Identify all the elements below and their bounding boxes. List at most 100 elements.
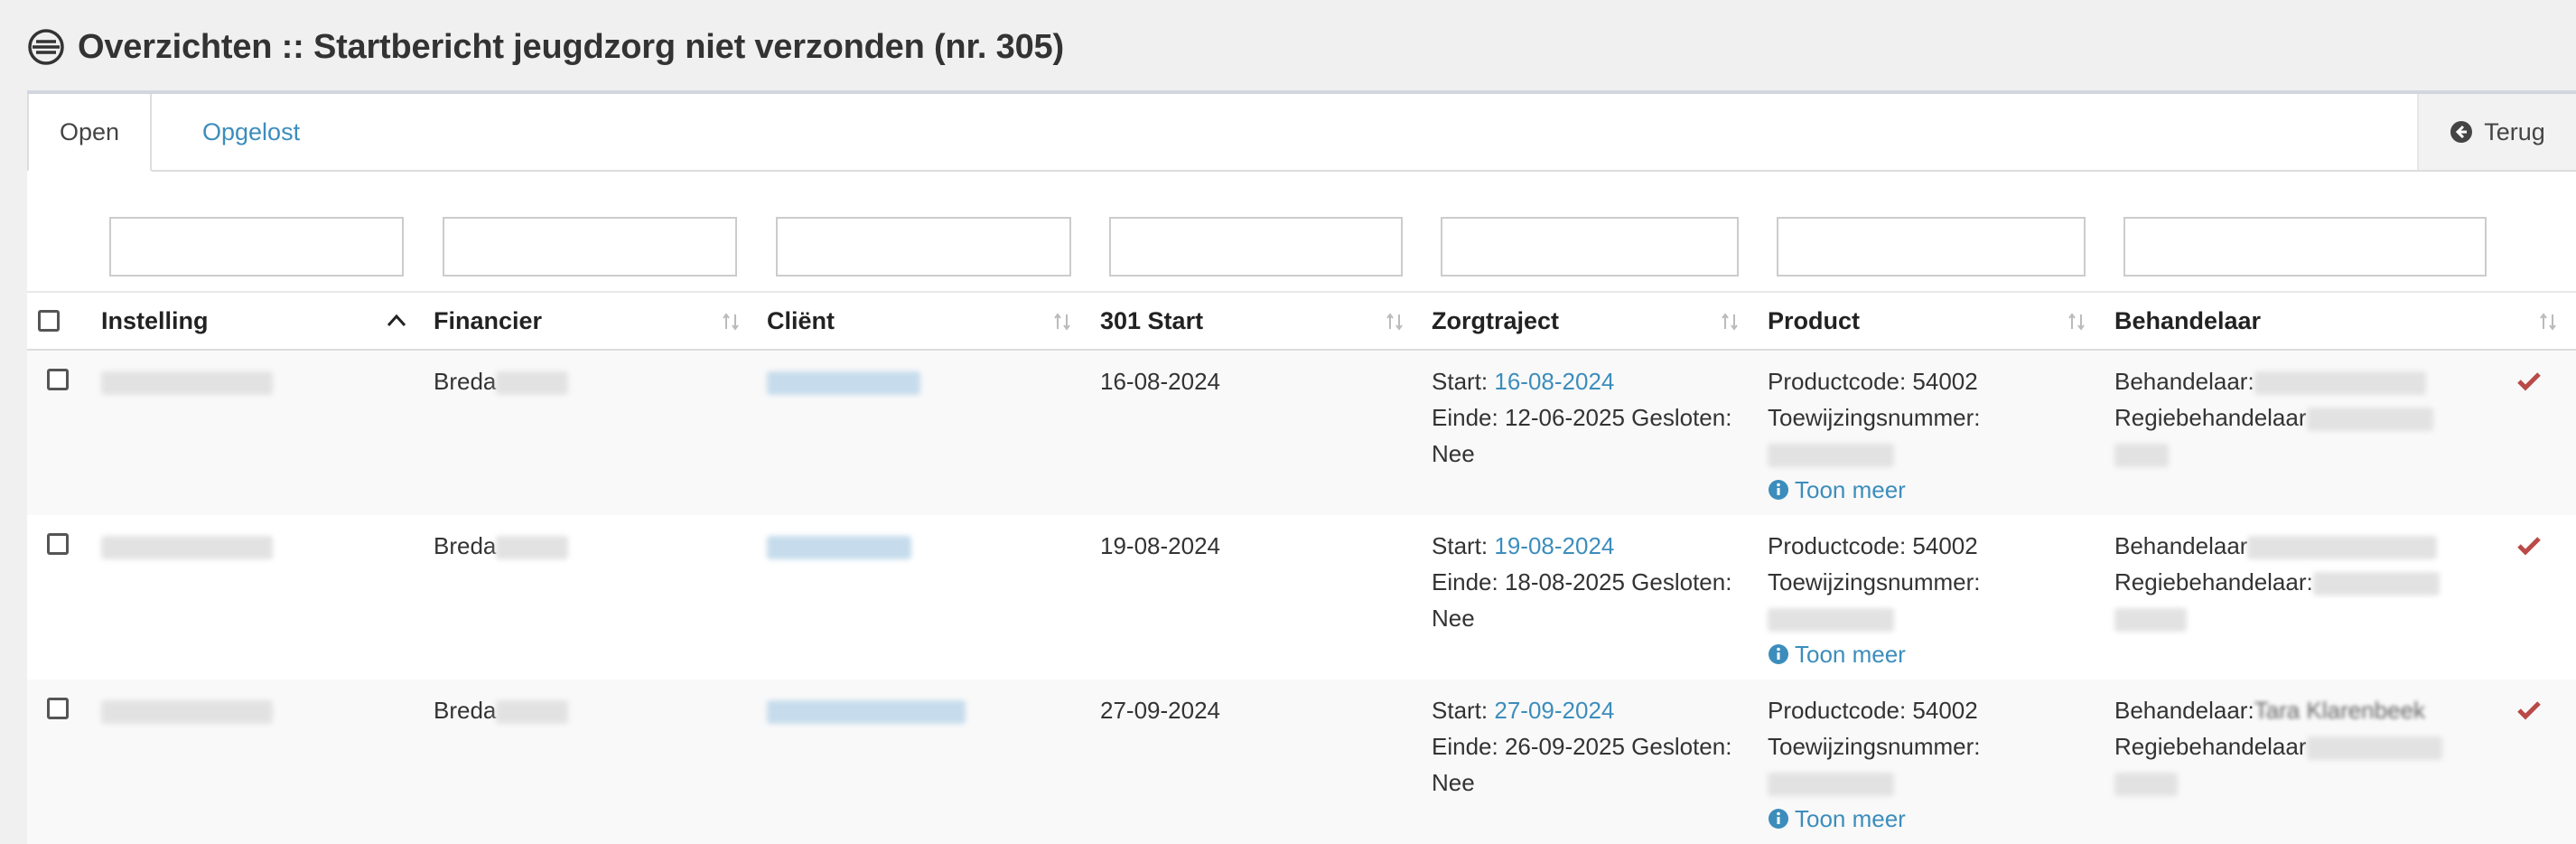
filter-zorgtraject-input[interactable] xyxy=(1441,217,1739,277)
sort-asc-icon[interactable] xyxy=(387,313,406,327)
instelling-cell xyxy=(101,363,273,399)
zorgtraject-gesloten: Nee xyxy=(1432,605,1475,632)
table-row: Breda 27-09-2024 Start: 27-09-2024 Einde… xyxy=(27,680,2576,844)
row-checkbox[interactable] xyxy=(47,533,69,555)
toon-meer-label: Toon meer xyxy=(1795,476,1906,503)
sort-icon[interactable] xyxy=(1386,313,1403,331)
column-header-zorgtraject[interactable]: Zorgtraject xyxy=(1432,293,1559,349)
filter-financier-input[interactable] xyxy=(443,217,737,277)
redacted-text xyxy=(2247,536,2438,560)
sort-icon[interactable] xyxy=(2068,313,2085,331)
info-icon xyxy=(1769,809,1788,829)
client-cell[interactable] xyxy=(767,528,911,564)
sort-icon[interactable] xyxy=(1722,313,1738,331)
column-header-301start[interactable]: 301 Start xyxy=(1100,293,1203,349)
redacted-text xyxy=(101,536,273,560)
tab-opgelost[interactable]: Opgelost xyxy=(172,94,331,170)
toon-meer-link[interactable]: Toon meer xyxy=(1768,472,1981,508)
row-checkbox[interactable] xyxy=(47,369,69,390)
redacted-text xyxy=(2254,371,2426,396)
client-link[interactable] xyxy=(767,371,920,396)
zorgtraject-gesloten: Nee xyxy=(1432,769,1475,796)
redacted-text xyxy=(2114,608,2187,633)
list-circle-icon xyxy=(28,29,64,65)
zorgtraject-start-link[interactable]: 19-08-2024 xyxy=(1494,532,1614,559)
filter-client-input[interactable] xyxy=(776,217,1071,277)
select-all-checkbox[interactable] xyxy=(38,310,60,332)
behandelaar-cell: Behandelaar Regiebehandelaar: xyxy=(2114,528,2440,636)
filter-instelling-input[interactable] xyxy=(109,217,404,277)
check-icon[interactable] xyxy=(2516,699,2542,721)
info-icon xyxy=(1769,480,1788,500)
regiebehandelaar-label: Regiebehandelaar: xyxy=(2114,568,2313,595)
row-checkbox[interactable] xyxy=(47,698,69,719)
zorgtraject-einde: Einde: 12-06-2025 Gesloten: xyxy=(1432,404,1732,431)
toon-meer-link[interactable]: Toon meer xyxy=(1768,636,1981,672)
table-row: Breda 16-08-2024 Start: 16-08-2024 Einde… xyxy=(27,351,2576,515)
behandelaar-label: Behandelaar: xyxy=(2114,368,2254,395)
redacted-text xyxy=(2114,444,2169,468)
toon-meer-label: Toon meer xyxy=(1795,805,1906,832)
financier-value: Breda xyxy=(434,532,497,559)
column-header-product[interactable]: Product xyxy=(1768,293,1860,349)
zorgtraject-start-link[interactable]: 27-09-2024 xyxy=(1494,697,1614,724)
tab-open[interactable]: Open xyxy=(27,94,153,172)
filter-product-input[interactable] xyxy=(1777,217,2086,277)
redacted-text xyxy=(1768,773,1894,797)
instelling-cell xyxy=(101,692,273,728)
toon-meer-link[interactable]: Toon meer xyxy=(1768,801,1981,837)
financier-cell: Breda xyxy=(434,528,569,564)
start-label: Start: xyxy=(1432,697,1489,724)
column-header-financier[interactable]: Financier xyxy=(434,293,542,349)
zorgtraject-start-link[interactable]: 16-08-2024 xyxy=(1494,368,1614,395)
sort-icon[interactable] xyxy=(723,313,739,331)
back-button[interactable]: Terug xyxy=(2417,94,2576,170)
filter-behandelaar-input[interactable] xyxy=(2123,217,2487,277)
behandelaar-cell: Behandelaar:Tara Klarenbeek Regiebehande… xyxy=(2114,692,2442,801)
info-icon xyxy=(1769,644,1788,664)
redacted-text xyxy=(2312,572,2440,596)
financier-value: Breda xyxy=(434,697,497,724)
zorgtraject-cell: Start: 27-09-2024 Einde: 26-09-2025 Gesl… xyxy=(1432,692,1731,801)
zorgtraject-cell: Start: 16-08-2024 Einde: 12-06-2025 Gesl… xyxy=(1432,363,1731,472)
column-header-behandelaar[interactable]: Behandelaar xyxy=(2114,293,2261,349)
overview-panel: Open Opgelost Terug Instelling Financier… xyxy=(27,90,2576,844)
productcode: Productcode: 54002 xyxy=(1768,532,1978,559)
financier-cell: Breda xyxy=(434,692,569,728)
table-row: Breda 19-08-2024 Start: 19-08-2024 Einde… xyxy=(27,515,2576,680)
start-301-cell: 16-08-2024 xyxy=(1100,368,1220,395)
check-icon[interactable] xyxy=(2516,370,2542,392)
client-cell[interactable] xyxy=(767,363,920,399)
redacted-text xyxy=(1768,608,1894,633)
client-link[interactable] xyxy=(767,536,911,560)
arrow-circle-left-icon xyxy=(2450,121,2473,143)
tab-bar: Open Opgelost Terug xyxy=(27,94,2576,172)
redacted-text xyxy=(2114,773,2178,797)
redacted-text xyxy=(496,371,569,396)
filter-301start-input[interactable] xyxy=(1109,217,1403,277)
client-cell[interactable] xyxy=(767,692,966,728)
behandelaar-cell: Behandelaar: Regiebehandelaar xyxy=(2114,363,2433,472)
client-link[interactable] xyxy=(767,700,966,725)
page-title: Overzichten :: Startbericht jeugdzorg ni… xyxy=(78,27,1064,66)
zorgtraject-gesloten: Nee xyxy=(1432,440,1475,467)
regiebehandelaar-label: Regiebehandelaar xyxy=(2114,404,2307,431)
redacted-text xyxy=(496,700,569,725)
redacted-text xyxy=(496,536,569,560)
product-cell: Productcode: 54002 Toewijzingsnummer: To… xyxy=(1768,363,1981,508)
product-cell: Productcode: 54002 Toewijzingsnummer: To… xyxy=(1768,528,1981,672)
sort-icon[interactable] xyxy=(2540,313,2556,331)
start-label: Start: xyxy=(1432,532,1489,559)
redacted-text xyxy=(2306,736,2442,761)
table-header: Instelling Financier Cliënt 301 Start Zo… xyxy=(27,291,2576,351)
check-icon[interactable] xyxy=(2516,535,2542,557)
column-header-client[interactable]: Cliënt xyxy=(767,293,835,349)
back-button-label: Terug xyxy=(2484,117,2545,145)
start-label: Start: xyxy=(1432,368,1489,395)
start-301-cell: 27-09-2024 xyxy=(1100,697,1220,724)
sort-icon[interactable] xyxy=(1054,313,1070,331)
productcode: Productcode: 54002 xyxy=(1768,697,1978,724)
column-header-instelling[interactable]: Instelling xyxy=(101,293,209,349)
redacted-text xyxy=(101,700,273,725)
instelling-cell xyxy=(101,528,273,564)
